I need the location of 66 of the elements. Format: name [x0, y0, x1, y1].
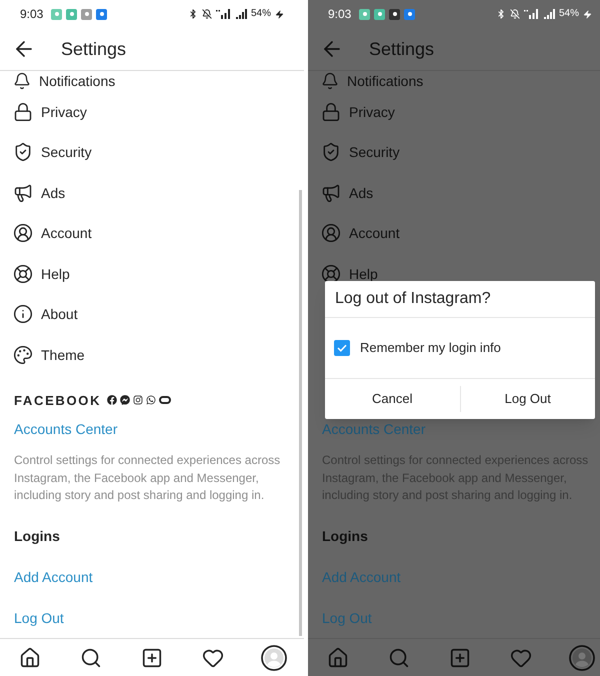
settings-menu-item[interactable]: Account — [0, 213, 304, 254]
settings-menu-item[interactable]: Ads — [0, 172, 304, 213]
dialog-button[interactable]: Log Out — [460, 379, 595, 419]
bell-off-icon — [510, 9, 520, 19]
accounts-center-link[interactable]: Accounts Center — [14, 418, 118, 440]
charging-bolt-icon — [583, 10, 592, 18]
checkmark-icon — [337, 344, 347, 352]
lifebuoy-icon — [321, 264, 341, 284]
user-circle-icon — [321, 223, 341, 244]
settings-menu-item[interactable]: Help — [0, 254, 304, 294]
user-circle-icon — [13, 223, 33, 244]
facebook-wordmark: FACEBOOK — [14, 394, 102, 406]
settings-menu-item[interactable]: Theme — [0, 334, 304, 375]
settings-menu-item[interactable]: Security — [0, 132, 304, 172]
heart-icon[interactable] — [202, 646, 224, 668]
bell-icon — [321, 72, 339, 90]
settings-menu-item[interactable]: About — [0, 294, 304, 334]
lock-icon — [13, 102, 33, 122]
bell-icon — [13, 72, 31, 90]
lifebuoy-icon — [13, 264, 33, 284]
rounded-rect-icon — [159, 396, 172, 404]
charging-bolt-icon — [275, 10, 284, 18]
avatar-icon[interactable] — [260, 644, 287, 670]
bluetooth-icon — [188, 9, 198, 19]
bluetooth-icon — [496, 9, 506, 19]
palette-icon — [13, 344, 33, 365]
settings-menu-item[interactable]: Privacy — [0, 92, 304, 132]
section-heading: Logins — [322, 527, 368, 546]
signal-bars-icon — [544, 9, 555, 19]
settings-menu-item[interactable]: Account — [308, 213, 600, 254]
status-time: 9:03 — [328, 8, 352, 20]
settings-menu-item[interactable]: Notifications — [308, 71, 600, 92]
settings-menu-item[interactable]: Ads — [308, 172, 600, 213]
shield-check-icon — [321, 142, 341, 162]
shield-check-icon — [13, 142, 33, 162]
whatsapp-icon — [146, 395, 156, 405]
page-title: Settings — [369, 40, 434, 58]
signal-bars-icon — [236, 9, 247, 19]
dialog-title: Log out of Instagram? — [335, 291, 491, 307]
messenger-icon — [120, 395, 130, 405]
checkbox-label[interactable]: Remember my login info — [360, 338, 501, 358]
search-icon[interactable] — [80, 646, 102, 668]
dialog-button[interactable]: Cancel — [325, 379, 460, 419]
signal-icon — [524, 9, 540, 19]
info-icon — [13, 304, 33, 324]
page-title: Settings — [61, 40, 126, 58]
description-text: Control settings for connected experiences across Instagram, the Facebook app and Messenger, including story and post sharing and logging in. — [13, 452, 282, 504]
signal-icon — [216, 9, 232, 19]
battery-percent: 54% — [250, 9, 271, 19]
bell-off-icon — [202, 9, 212, 19]
megaphone-icon — [321, 182, 341, 203]
checkbox[interactable] — [334, 340, 350, 356]
settings-menu-item[interactable]: Privacy — [308, 92, 600, 132]
instagram-icon — [133, 395, 144, 405]
login-action-link[interactable]: Add Account — [14, 567, 93, 588]
section-heading: Logins — [14, 527, 60, 546]
megaphone-icon — [13, 182, 33, 203]
login-action-link[interactable]: Log Out — [14, 608, 64, 629]
status-time: 9:03 — [20, 8, 44, 20]
lock-icon — [321, 102, 341, 122]
home-icon[interactable] — [19, 646, 42, 668]
settings-menu-item[interactable]: Security — [308, 132, 600, 172]
settings-menu-item[interactable]: Notifications — [0, 71, 304, 92]
new-post-icon[interactable] — [140, 646, 163, 668]
facebook-icon — [107, 395, 118, 405]
battery-percent: 54% — [558, 9, 579, 19]
